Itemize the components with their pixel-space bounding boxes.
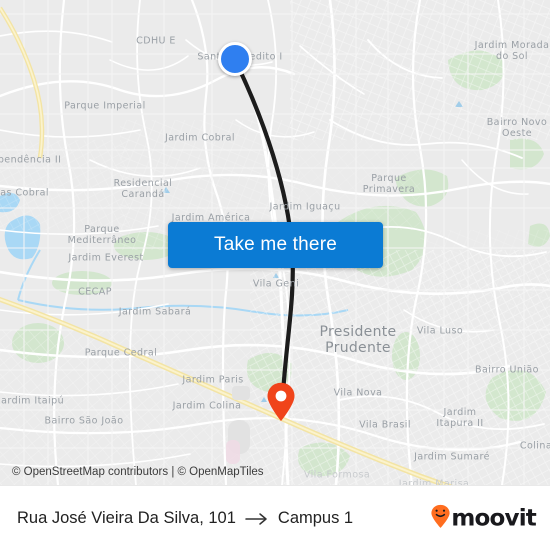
- take-me-there-button[interactable]: Take me there: [168, 222, 383, 268]
- map-attribution[interactable]: © OpenStreetMap contributors | © OpenMap…: [12, 466, 264, 478]
- arrow-right-icon: [245, 512, 269, 526]
- pin-glyph: [267, 382, 295, 421]
- trip-origin-label: Rua José Vieira Da Silva, 101: [17, 509, 236, 527]
- map-viewport[interactable]: CDHU E Santo Expedito I Jardim Morada do S…: [0, 0, 550, 485]
- trip-footer-bar: Rua José Vieira Da Silva, 101 Campus 1 m…: [0, 485, 550, 550]
- moovit-pin-glyph: [431, 504, 450, 528]
- moovit-trip-map-screen: CDHU E Santo Expedito I Jardim Morada do S…: [0, 0, 550, 550]
- arrow-right-glyph: [245, 512, 267, 525]
- moovit-logo[interactable]: moovit: [431, 504, 537, 533]
- take-me-there-label: Take me there: [214, 234, 337, 255]
- moovit-wordmark: moovit: [451, 505, 536, 532]
- destination-pin-icon[interactable]: [266, 382, 296, 427]
- trip-summary: Rua José Vieira Da Silva, 101 Campus 1: [17, 509, 353, 528]
- trip-destination-label: Campus 1: [277, 509, 354, 527]
- origin-marker-icon[interactable]: [218, 42, 252, 76]
- map-attribution-text: © OpenStreetMap contributors | © OpenMap…: [12, 466, 264, 478]
- moovit-pin-icon: [431, 504, 450, 533]
